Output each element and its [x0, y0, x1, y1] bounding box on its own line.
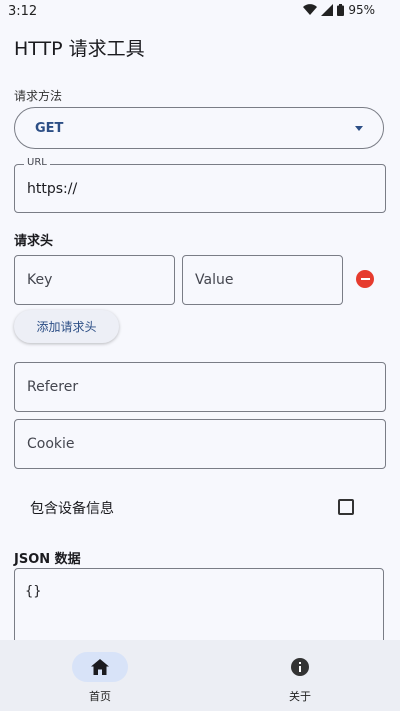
dropdown-caret-icon [355, 125, 363, 131]
device-info-checkbox[interactable] [338, 499, 354, 515]
app-title: HTTP 请求工具 [14, 38, 145, 60]
url-value: https:// [27, 180, 78, 197]
status-icons: 95% [303, 3, 375, 17]
url-label: URL [24, 157, 50, 168]
header-key-placeholder: Key [27, 272, 53, 288]
status-bar: 3:12 95% [0, 0, 400, 24]
cookie-input[interactable]: Cookie [14, 419, 386, 469]
referer-input[interactable]: Referer [14, 362, 386, 412]
url-input[interactable]: URL https:// [14, 157, 386, 213]
json-value: {} [25, 584, 42, 599]
remove-header-icon[interactable] [356, 270, 374, 288]
info-icon [291, 658, 309, 676]
wifi-icon [303, 4, 318, 16]
nav-home-label: 首页 [89, 690, 111, 703]
method-value: GET [35, 120, 64, 136]
header-value-placeholder: Value [195, 272, 234, 288]
headers-section-title: 请求头 [14, 234, 54, 249]
status-time: 3:12 [8, 4, 38, 19]
nav-item-about[interactable]: 关于 [200, 640, 400, 711]
nav-item-home[interactable]: 首页 [0, 640, 200, 711]
referer-placeholder: Referer [27, 379, 79, 395]
json-section-title: JSON 数据 [14, 552, 81, 567]
nav-about-label: 关于 [289, 690, 311, 703]
device-info-label: 包含设备信息 [30, 501, 114, 517]
signal-icon [321, 4, 334, 16]
cookie-placeholder: Cookie [27, 436, 75, 452]
nav-about-pill [272, 652, 328, 682]
battery-icon [337, 4, 345, 16]
header-value-input[interactable]: Value [182, 255, 343, 305]
method-label: 请求方法 [14, 89, 63, 103]
add-header-button[interactable]: 添加请求头 [14, 310, 119, 343]
home-icon [91, 659, 109, 675]
header-key-input[interactable]: Key [14, 255, 175, 305]
battery-level: 95% [348, 3, 375, 17]
bottom-nav: 首页 关于 [0, 640, 400, 711]
method-select[interactable]: GET [14, 107, 384, 149]
nav-home-pill [72, 652, 128, 682]
